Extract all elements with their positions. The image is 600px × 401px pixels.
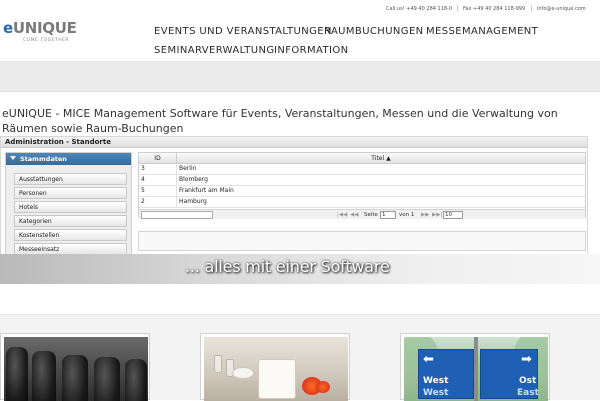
- table-row[interactable]: 3 Berlin: [139, 164, 585, 175]
- sign-west-label: West: [423, 376, 449, 386]
- sidebar-item-kostenstellen[interactable]: Kostenstellen: [14, 229, 127, 241]
- page-number-input[interactable]: 1: [380, 211, 396, 219]
- chevron-down-icon: [10, 156, 16, 160]
- direction-signs-photo: ⬅ West West ➡ Ost East: [404, 337, 548, 401]
- nav-messemanagement[interactable]: MESSEMANAGEMENT: [426, 26, 538, 37]
- sign-west-label-2: West: [423, 388, 449, 398]
- sign-ost: ➡ Ost East: [480, 349, 539, 399]
- chair-shape: [32, 351, 56, 401]
- last-page-button[interactable]: ▶▶|: [432, 211, 442, 219]
- page-size-select[interactable]: 10: [443, 211, 463, 219]
- table-row[interactable]: 4 Blomberg: [139, 175, 585, 186]
- table-pager: |◀◀ ◀◀ Seite 1 von 1 ▶▶ ▶▶| 10: [139, 209, 585, 219]
- app-sidebar: Stammdaten Ausstattungen Personen Hotels…: [5, 152, 132, 255]
- sidebar-item-hotels[interactable]: Hotels: [14, 201, 127, 213]
- table-row[interactable]: 5 Frankfurt am Main: [139, 186, 585, 197]
- flower-shape: [316, 381, 330, 393]
- prev-page-button[interactable]: ◀◀: [350, 211, 358, 219]
- sidebar-item-kategorien[interactable]: Kategorien: [14, 215, 127, 227]
- logo-brand: eUNIQUE: [3, 19, 77, 37]
- feature-image-signs[interactable]: ⬅ West West ➡ Ost East: [400, 333, 550, 401]
- site-header: eUNIQUE COME TOGETHER EVENTS UND VERANST…: [0, 16, 600, 62]
- table-search-input[interactable]: [141, 211, 213, 219]
- divider: [457, 5, 458, 12]
- nav-raumbuchungen[interactable]: RAUMBUCHUNGEN: [324, 26, 424, 37]
- sign-ost-label: Ost: [519, 376, 537, 386]
- slogan-text: ... alles mit einer Software: [185, 257, 390, 276]
- sidebar-item-personen[interactable]: Personen: [14, 187, 127, 199]
- app-window-title: Administration - Standorte: [1, 137, 587, 148]
- nav-seminarverwaltung[interactable]: SEMINARVERWALTUNG: [154, 45, 275, 56]
- table-header: ID Titel ▲: [139, 153, 585, 164]
- glass-shape: [214, 355, 222, 373]
- chair-shape: [94, 357, 120, 401]
- table-setting-photo: [204, 337, 348, 401]
- cell-id: 4: [139, 175, 177, 185]
- table-row[interactable]: 2 Hamburg: [139, 197, 585, 208]
- cell-id: 2: [139, 197, 177, 207]
- cell-id: 5: [139, 186, 177, 196]
- cell-title: Blomberg: [179, 176, 208, 183]
- nav-events[interactable]: EVENTS UND VERANSTALTUNGEN: [154, 26, 332, 37]
- sidebar-item-ausstattungen[interactable]: Ausstattungen: [14, 173, 127, 185]
- fax-contact: Fax +49 40 284 118-999: [463, 6, 526, 12]
- cell-title: Frankfurt am Main: [179, 187, 234, 194]
- header-divider-band: [0, 62, 600, 92]
- chair-shape: [125, 359, 147, 401]
- sign-east-label: East: [517, 388, 539, 398]
- logo[interactable]: eUNIQUE COME TOGETHER: [3, 19, 103, 45]
- feature-image-chairs[interactable]: [0, 333, 150, 401]
- logo-tagline: COME TOGETHER: [23, 38, 70, 43]
- chairs-photo: [4, 337, 148, 401]
- phone-contact: Call us! +49 40 284 118-0: [386, 6, 453, 12]
- locations-table: ID Titel ▲ 3 Berlin 4 Blomberg 5 Frankfu…: [138, 152, 586, 219]
- page-count-label: von 1: [399, 212, 415, 218]
- sidebar-section-stammdaten[interactable]: Stammdaten: [6, 153, 131, 165]
- menu-card-shape: [258, 359, 296, 399]
- column-header-id[interactable]: ID: [139, 153, 177, 164]
- cell-title: Hamburg: [179, 198, 207, 205]
- email-link[interactable]: info@e-unique.com: [537, 6, 586, 12]
- sign-west: ⬅ West West: [418, 349, 474, 399]
- page-label: Seite: [364, 212, 378, 218]
- first-page-button[interactable]: |◀◀: [337, 211, 347, 219]
- feature-image-table[interactable]: [200, 333, 350, 401]
- cell-id: 3: [139, 164, 177, 174]
- detail-panel: [138, 231, 586, 251]
- intro-text: eUNIQUE - MICE Management Software für E…: [2, 107, 558, 135]
- divider: [531, 5, 532, 12]
- column-header-title[interactable]: Titel ▲: [177, 153, 585, 164]
- top-contact-bar: Call us! +49 40 284 118-0 Fax +49 40 284…: [0, 0, 600, 16]
- nav-information[interactable]: INFORMATION: [274, 45, 349, 56]
- chair-shape: [6, 347, 28, 401]
- cell-title: Berlin: [179, 165, 197, 172]
- sign-pole: [474, 337, 478, 401]
- chair-shape: [62, 355, 88, 401]
- arrow-left-icon: ⬅: [423, 352, 434, 367]
- next-page-button[interactable]: ▶▶: [421, 211, 429, 219]
- plate-shape: [232, 367, 254, 379]
- arrow-right-icon: ➡: [521, 352, 532, 367]
- app-screenshot: Administration - Standorte Stammdaten Au…: [0, 136, 588, 256]
